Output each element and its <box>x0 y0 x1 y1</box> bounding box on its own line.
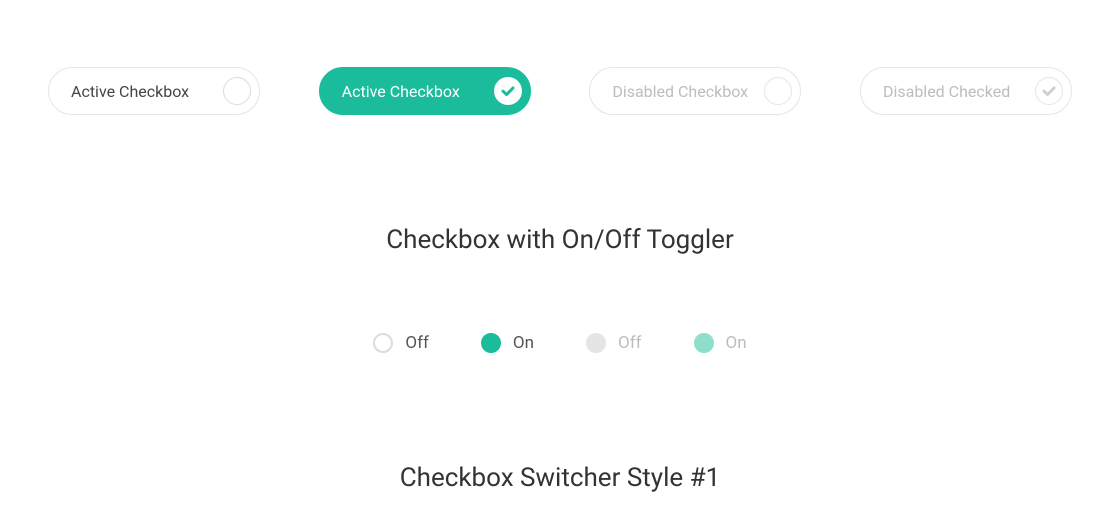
disabled-checkbox-unchecked: Disabled Checkbox <box>589 67 801 115</box>
disabled-checkbox-checked: Disabled Checked <box>860 67 1072 115</box>
heading-toggler: Checkbox with On/Off Toggler <box>0 225 1120 255</box>
checkbox-label: Active Checkbox <box>71 82 189 101</box>
toggler-label: On <box>726 333 747 353</box>
checkbox-check-icon <box>1035 77 1063 105</box>
radio-dot-icon <box>694 333 714 353</box>
checkbox-label: Disabled Checkbox <box>612 82 748 101</box>
heading-switcher: Checkbox Switcher Style #1 <box>0 463 1120 493</box>
checkbox-indicator-icon <box>223 77 251 105</box>
toggler-label: Off <box>405 333 429 353</box>
toggler-label: Off <box>618 333 642 353</box>
checkbox-indicator-icon <box>764 77 792 105</box>
checkbox-label: Active Checkbox <box>342 82 460 101</box>
toggler-disabled-on: On <box>694 333 747 353</box>
checkbox-pill-row: Active Checkbox Active Checkbox Disabled… <box>0 0 1120 115</box>
active-checkbox-unchecked[interactable]: Active Checkbox <box>48 67 260 115</box>
toggler-off[interactable]: Off <box>373 333 429 353</box>
toggler-row: Off On Off On <box>0 333 1120 353</box>
radio-dot-icon <box>586 333 606 353</box>
toggler-label: On <box>513 333 534 353</box>
radio-dot-icon <box>373 333 393 353</box>
checkbox-check-icon <box>494 77 522 105</box>
checkbox-label: Disabled Checked <box>883 82 1010 101</box>
toggler-on[interactable]: On <box>481 333 534 353</box>
active-checkbox-checked[interactable]: Active Checkbox <box>319 67 531 115</box>
radio-dot-icon <box>481 333 501 353</box>
toggler-disabled-off: Off <box>586 333 642 353</box>
